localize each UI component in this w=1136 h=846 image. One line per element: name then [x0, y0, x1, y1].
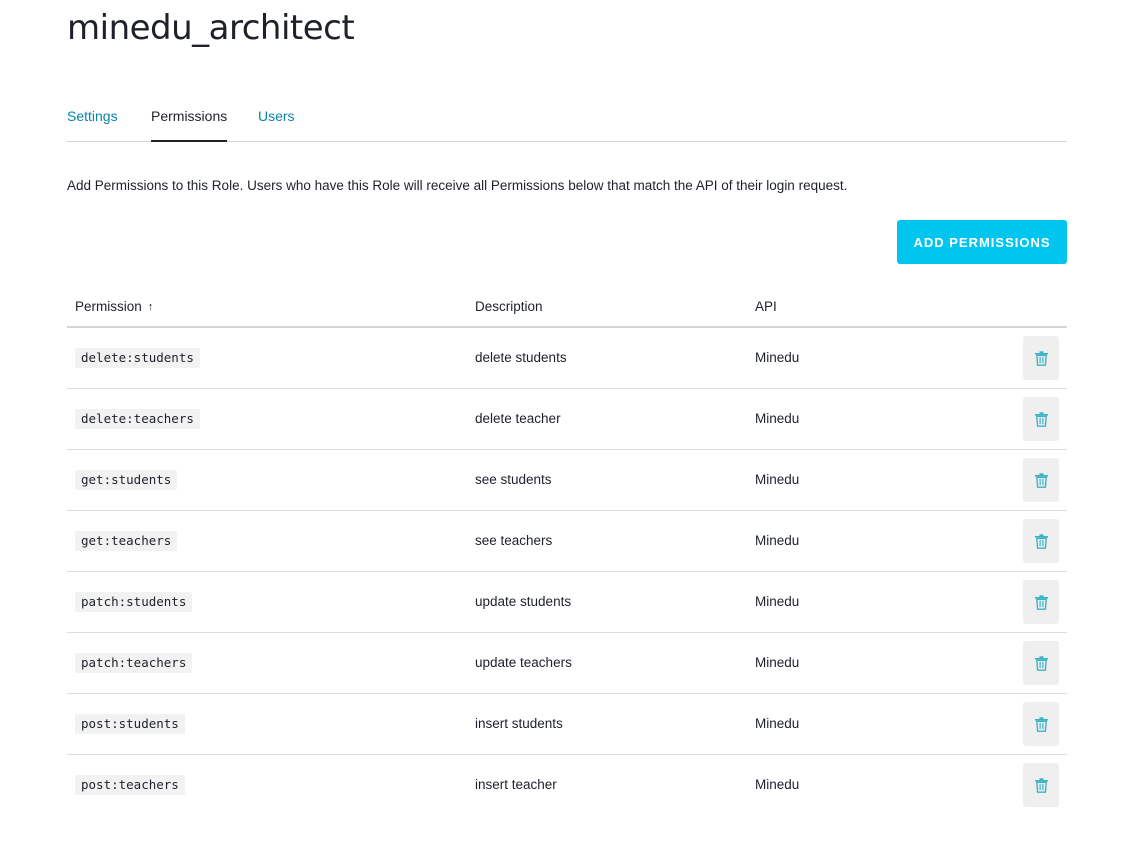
description-cell: insert students: [475, 716, 563, 731]
tab-permissions[interactable]: Permissions: [151, 104, 228, 142]
table-row: patch:teachers update teachers Minedu: [67, 633, 1067, 694]
delete-permission-button[interactable]: [1023, 641, 1059, 685]
table-row: delete:students delete students Minedu: [67, 328, 1067, 389]
delete-permission-button[interactable]: [1023, 458, 1059, 502]
permission-cell: delete:students: [75, 348, 200, 368]
permissions-intro-text: Add Permissions to this Role. Users who …: [67, 178, 848, 193]
table-row: delete:teachers delete teacher Minedu: [67, 389, 1067, 450]
api-cell: Minedu: [755, 533, 800, 548]
description-cell: delete students: [475, 350, 567, 365]
api-cell: Minedu: [755, 411, 800, 426]
permission-code: delete:teachers: [75, 409, 200, 429]
delete-permission-button[interactable]: [1023, 763, 1059, 807]
delete-permission-button[interactable]: [1023, 336, 1059, 380]
description-cell: see students: [475, 472, 552, 487]
trash-icon: [1034, 655, 1048, 671]
permission-code: post:students: [75, 714, 185, 734]
permission-cell: get:teachers: [75, 531, 178, 551]
permission-code: delete:students: [75, 348, 200, 368]
description-cell: insert teacher: [475, 777, 557, 792]
permission-cell: delete:teachers: [75, 409, 200, 429]
delete-permission-button[interactable]: [1023, 519, 1059, 563]
table-row: get:teachers see teachers Minedu: [67, 511, 1067, 572]
add-permissions-button[interactable]: ADD PERMISSIONS: [897, 220, 1067, 264]
table-row: post:teachers insert teacher Minedu: [67, 755, 1067, 815]
description-cell: delete teacher: [475, 411, 561, 426]
arrow-up-icon: ↑: [147, 301, 154, 314]
delete-permission-button[interactable]: [1023, 397, 1059, 441]
permission-code: post:teachers: [75, 775, 185, 795]
delete-permission-button[interactable]: [1023, 580, 1059, 624]
api-cell: Minedu: [755, 655, 800, 670]
table-row: patch:students update students Minedu: [67, 572, 1067, 633]
tab-bar: Settings Permissions Users: [67, 104, 1067, 142]
permission-cell: post:teachers: [75, 775, 185, 795]
api-cell: Minedu: [755, 716, 800, 731]
permission-code: patch:students: [75, 592, 193, 612]
column-header-permission-label: Permission: [75, 299, 142, 314]
table-body: delete:students delete students Minedu d…: [67, 328, 1067, 815]
page-title: minedu_architect: [67, 8, 355, 48]
trash-icon: [1034, 350, 1048, 366]
api-cell: Minedu: [755, 350, 800, 365]
description-cell: update students: [475, 594, 572, 609]
column-header-permission[interactable]: Permission ↑: [75, 287, 153, 327]
table-row: get:students see students Minedu: [67, 450, 1067, 511]
trash-icon: [1034, 594, 1048, 610]
table-header: Permission ↑ Description API: [67, 287, 1067, 328]
trash-icon: [1034, 777, 1048, 793]
permission-cell: post:students: [75, 714, 185, 734]
api-cell: Minedu: [755, 777, 800, 792]
permission-code: get:students: [75, 470, 178, 490]
permissions-table: Permission ↑ Description API delete:stude…: [67, 287, 1067, 815]
tab-users[interactable]: Users: [258, 104, 295, 141]
description-cell: see teachers: [475, 533, 553, 548]
trash-icon: [1034, 411, 1048, 427]
permission-code: patch:teachers: [75, 653, 193, 673]
permission-cell: patch:students: [75, 592, 193, 612]
column-header-description: Description: [475, 299, 543, 314]
table-row: post:students insert students Minedu: [67, 694, 1067, 755]
delete-permission-button[interactable]: [1023, 702, 1059, 746]
api-cell: Minedu: [755, 472, 800, 487]
permission-code: get:teachers: [75, 531, 178, 551]
trash-icon: [1034, 533, 1048, 549]
trash-icon: [1034, 472, 1048, 488]
column-header-api: API: [755, 299, 777, 314]
description-cell: update teachers: [475, 655, 572, 670]
tab-settings[interactable]: Settings: [67, 104, 118, 141]
permission-cell: get:students: [75, 470, 178, 490]
permission-cell: patch:teachers: [75, 653, 193, 673]
trash-icon: [1034, 716, 1048, 732]
api-cell: Minedu: [755, 594, 800, 609]
